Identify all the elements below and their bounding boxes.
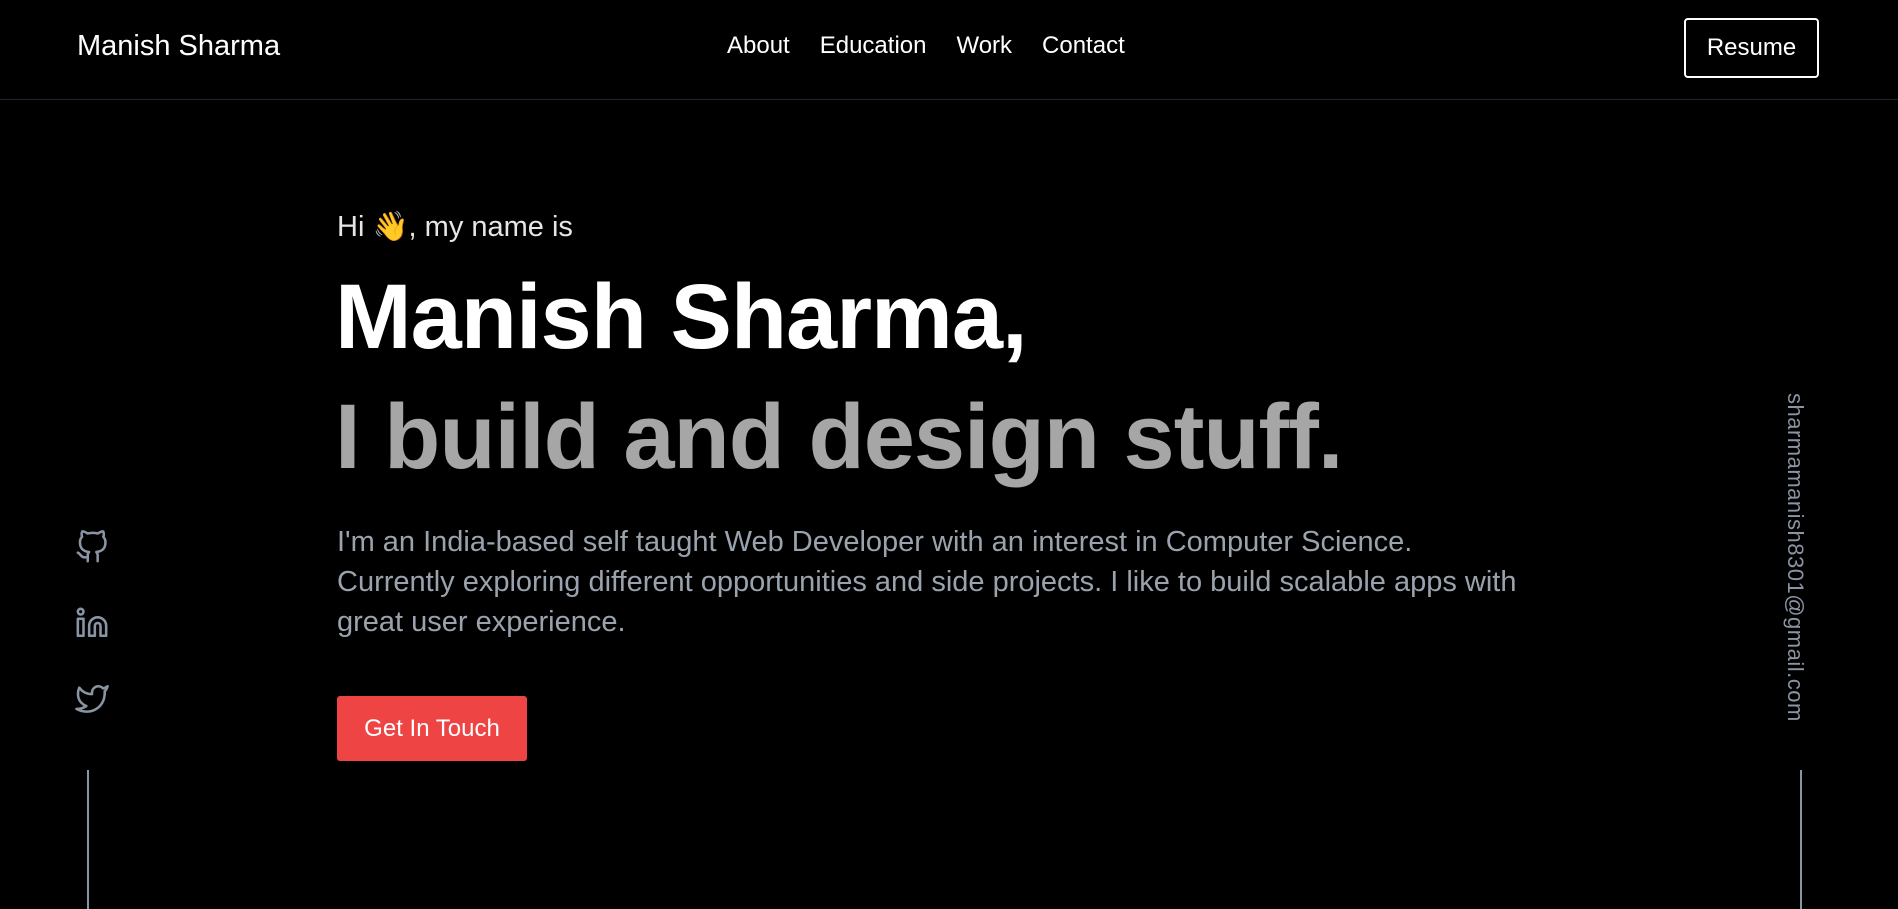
right-rail-line — [1800, 770, 1802, 909]
linkedin-icon — [76, 607, 108, 638]
twitter-icon — [75, 684, 109, 713]
main-nav: About Education Work Contact — [727, 32, 1125, 60]
hero-name: Manish Sharma, — [335, 266, 1028, 368]
site-header: Manish Sharma About Education Work Conta… — [0, 0, 1898, 100]
linkedin-link[interactable] — [75, 606, 109, 640]
twitter-link[interactable] — [75, 682, 109, 716]
social-links — [74, 530, 110, 716]
nav-link-contact[interactable]: Contact — [1042, 32, 1125, 60]
nav-link-work[interactable]: Work — [956, 32, 1012, 60]
github-link[interactable] — [75, 530, 109, 564]
email-link[interactable]: sharmamanish8301@gmail.com — [1782, 393, 1808, 722]
get-in-touch-button[interactable]: Get In Touch — [337, 696, 527, 761]
page: Manish Sharma About Education Work Conta… — [0, 0, 1898, 909]
brand-logo-link[interactable]: Manish Sharma — [77, 30, 280, 63]
nav-link-education[interactable]: Education — [820, 32, 927, 60]
hero-greeting: Hi 👋, my name is — [337, 211, 573, 243]
github-icon — [76, 530, 107, 563]
left-rail-line — [87, 770, 89, 909]
nav-link-about[interactable]: About — [727, 32, 790, 60]
hero-description: I'm an India-based self taught Web Devel… — [337, 526, 1517, 638]
hero-tagline: I build and design stuff. — [335, 386, 1343, 488]
resume-button[interactable]: Resume — [1684, 18, 1819, 78]
